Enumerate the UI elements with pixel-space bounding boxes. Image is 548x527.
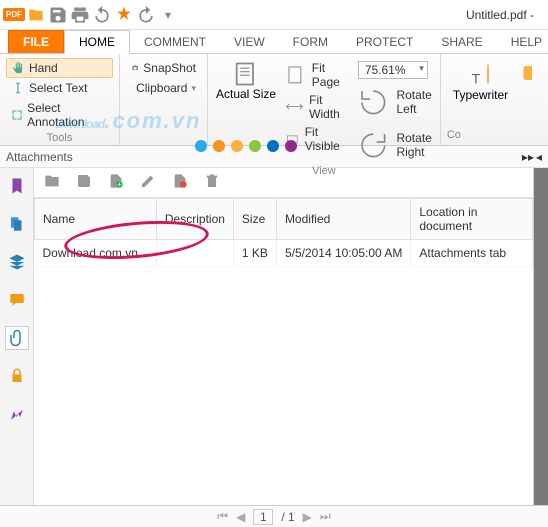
panel-prev-icon[interactable]: ▸▸ — [522, 150, 534, 164]
table-row[interactable]: Download.com.vn... 1 KB 5/5/2014 10:05:0… — [35, 240, 533, 267]
grid-header-row: Name Description Size Modified Location … — [35, 199, 533, 240]
signatures-icon[interactable] — [5, 402, 29, 426]
col-name[interactable]: Name — [35, 199, 157, 240]
cell-location: Attachments tab — [411, 240, 533, 267]
col-location[interactable]: Location in document — [411, 199, 533, 240]
save-attachment-icon[interactable] — [76, 173, 92, 192]
cell-description — [156, 240, 233, 267]
comments-icon[interactable] — [5, 288, 29, 312]
typewriter-button[interactable]: T Typewriter — [447, 58, 514, 104]
panel-menu-icon[interactable]: ◂ — [536, 150, 542, 164]
tab-form[interactable]: FORM — [279, 31, 342, 53]
zoom-combo[interactable]: 75.61% — [358, 61, 428, 79]
page-total: / 1 — [281, 510, 294, 524]
document-pane-sliver — [534, 168, 548, 505]
navigation-sidebar — [0, 168, 34, 505]
save-icon[interactable] — [48, 5, 68, 25]
fit-page-button[interactable]: Fit Page — [282, 60, 342, 90]
attachments-icon[interactable] — [5, 326, 29, 350]
new-icon[interactable] — [114, 5, 134, 25]
tab-file[interactable]: FILE — [8, 30, 64, 53]
cell-modified: 5/5/2014 10:05:00 AM — [276, 240, 410, 267]
open-attachment-icon[interactable] — [44, 173, 60, 192]
rotate-right-button[interactable]: Rotate Right — [352, 125, 434, 166]
next-page-icon[interactable]: ▶ — [303, 510, 312, 524]
snapshot-label: SnapShot — [143, 61, 196, 75]
cell-name: Download.com.vn... — [35, 240, 157, 267]
last-page-icon[interactable]: ⏭ — [320, 509, 331, 524]
tab-view[interactable]: VIEW — [220, 31, 279, 53]
ribbon: Hand Select Text Select Annotation Tools… — [0, 54, 548, 146]
rotate-left-button[interactable]: Rotate Left — [352, 82, 434, 123]
page-number-input[interactable]: 1 — [253, 509, 273, 525]
hand-label: Hand — [29, 61, 58, 75]
hand-tool-button[interactable]: Hand — [6, 58, 113, 78]
view-group-label: View — [210, 165, 438, 177]
status-bar: ⏮ ◀ 1 / 1 ▶ ⏭ — [0, 505, 548, 527]
tab-protect[interactable]: PROTECT — [342, 31, 427, 53]
select-text-label: Select Text — [29, 81, 87, 95]
fit-width-button[interactable]: Fit Width — [282, 92, 342, 122]
col-size[interactable]: Size — [233, 199, 276, 240]
first-page-icon[interactable]: ⏮ — [217, 509, 228, 524]
title-bar: PDF ▾ Untitled.pdf - — [0, 0, 548, 30]
bookmarks-icon[interactable] — [5, 174, 29, 198]
tab-comment[interactable]: COMMENT — [130, 31, 220, 53]
svg-text:T: T — [471, 70, 480, 86]
prev-page-icon[interactable]: ◀ — [236, 510, 245, 524]
pages-icon[interactable] — [5, 212, 29, 236]
print-icon[interactable] — [70, 5, 90, 25]
actual-size-label: Actual Size — [216, 88, 276, 101]
col-description[interactable]: Description — [156, 199, 233, 240]
tab-help[interactable]: HELP — [497, 31, 548, 53]
open-icon[interactable] — [26, 5, 46, 25]
comment-button-partial[interactable] — [514, 58, 532, 104]
edit-attachment-icon[interactable] — [140, 173, 156, 192]
attachments-grid[interactable]: Name Description Size Modified Location … — [34, 198, 533, 505]
clipboard-label: Clipboard — [136, 81, 187, 95]
select-annotation-button[interactable]: Select Annotation — [6, 98, 113, 132]
clipboard-button[interactable]: Clipboard▾ — [126, 78, 201, 98]
add-attachment-icon[interactable] — [108, 173, 124, 192]
attachment-settings-icon[interactable] — [172, 173, 188, 192]
snapshot-button[interactable]: SnapShot — [126, 58, 201, 78]
select-text-button[interactable]: Select Text — [6, 78, 113, 98]
undo-icon[interactable] — [92, 5, 112, 25]
attachments-title: Attachments — [6, 150, 73, 164]
redo-icon[interactable] — [136, 5, 156, 25]
cell-size: 1 KB — [233, 240, 276, 267]
tools-group-label: Tools — [6, 132, 113, 144]
comment-group-label-partial: Co — [447, 129, 532, 141]
col-modified[interactable]: Modified — [276, 199, 410, 240]
main-area: Name Description Size Modified Location … — [0, 168, 548, 505]
app-logo: PDF — [4, 5, 24, 25]
watermark-dots — [195, 140, 297, 152]
tab-home[interactable]: HOME — [64, 30, 130, 54]
tab-share[interactable]: SHARE — [427, 31, 496, 53]
quick-access-toolbar: PDF ▾ — [4, 5, 178, 25]
security-icon[interactable] — [5, 364, 29, 388]
select-annotation-label: Select Annotation — [27, 101, 108, 129]
window-title: Untitled.pdf - — [178, 8, 544, 22]
qat-dropdown-icon[interactable]: ▾ — [158, 5, 178, 25]
attachments-panel: Name Description Size Modified Location … — [34, 168, 534, 505]
ribbon-tabs: FILE HOME COMMENT VIEW FORM PROTECT SHAR… — [0, 30, 548, 54]
layers-icon[interactable] — [5, 250, 29, 274]
